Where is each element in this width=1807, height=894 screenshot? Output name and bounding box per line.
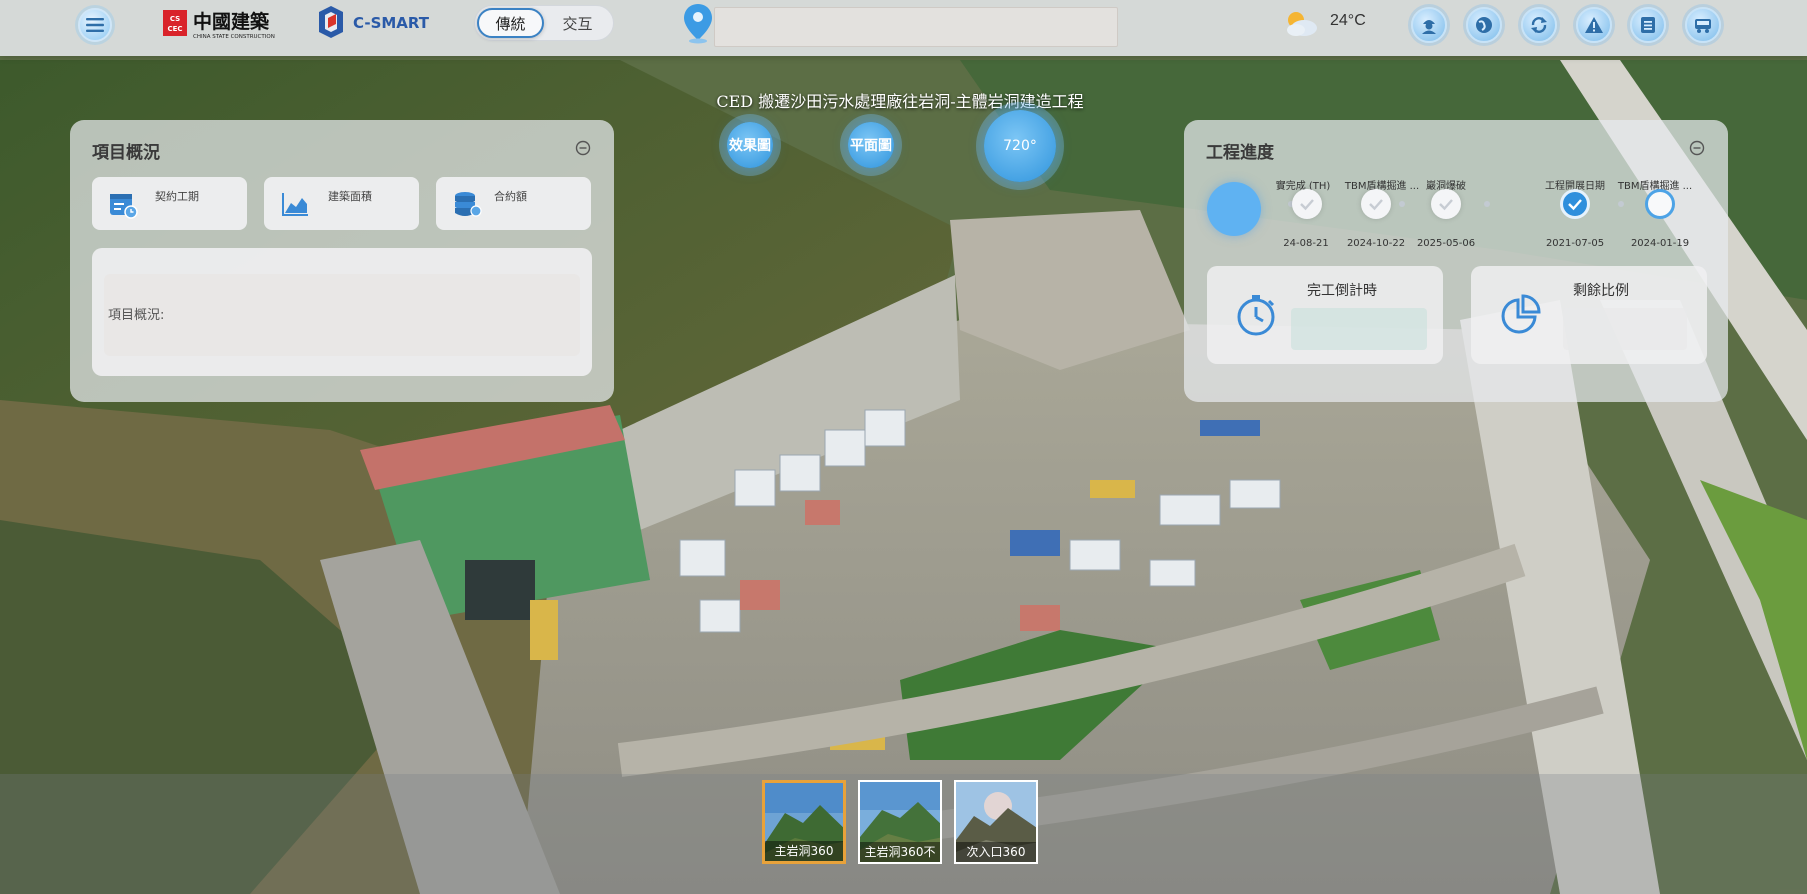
pie-chart-icon [1501,294,1541,334]
menu-button[interactable] [78,8,112,42]
coins-icon [455,192,482,217]
document-list-button[interactable] [1630,7,1666,43]
check-icon [1369,199,1383,211]
contract-period-card[interactable]: 契約工期 [92,177,247,230]
thumbnail-main-cavern-360[interactable]: 主岩洞360 [762,780,846,864]
milestone-node[interactable] [1361,189,1391,219]
svg-text:中國建築: 中國建築 [193,10,270,33]
remaining-ratio-label: 剩餘比例 [1573,283,1629,299]
project-overview-panel: 項目概況 契約工期 建築面積 合約額 項目概況: [70,120,614,402]
remaining-ratio-card: 剩餘比例 [1471,266,1707,364]
calendar-icon [110,194,138,219]
warning-button[interactable] [1576,7,1612,43]
milestone-node[interactable] [1292,189,1322,219]
remaining-ratio-value [1563,308,1687,350]
milestone-date: 2024-01-19 [1630,238,1690,249]
panorama-720-button[interactable]: 720° [984,110,1056,182]
thumbnail-caption: 主岩洞360 [765,841,843,861]
thumbnail-caption: 次入口360 [956,842,1036,862]
rendering-view-button[interactable]: 效果圖 [727,122,773,168]
stopwatch-icon [1237,295,1275,336]
timeline-connector-dot [1618,201,1624,207]
project-description-box: 項目概況: [92,248,592,376]
vehicle-button[interactable] [1685,7,1721,43]
completion-countdown-card: 完工倒計時 [1207,266,1443,364]
countdown-label: 完工倒計時 [1307,283,1377,299]
temperature-readout: 24°C [1330,12,1366,29]
globe-icon [1476,17,1492,33]
milestone-node-current[interactable] [1560,189,1590,219]
overview-panel-title: 項目概況 [92,143,160,163]
milestone-date: 2025-05-06 [1416,238,1476,249]
thumbnail-secondary-entrance-360[interactable]: 次入口360 [954,780,1038,864]
contract-period-label: 契約工期 [155,190,199,203]
vehicle-icon [1695,19,1711,33]
view-mode-toggle[interactable]: 傳統 交互 [474,5,614,41]
milestone-node-upcoming[interactable] [1645,189,1675,219]
thumbnail-main-cavern-360-alt[interactable]: 主岩洞360不 [858,780,942,864]
timeline-connector-dot [1484,201,1490,207]
top-bar: CS CEC 中國建築 CHINA STATE CONSTRUCTION C-S… [0,0,1807,56]
project-description-label: 項目概況: [108,308,165,323]
plan-view-button[interactable]: 平面圖 [848,122,894,168]
collapse-icon[interactable] [1689,140,1705,156]
milestone-date: 2024-10-22 [1346,238,1406,249]
mode-interactive-option[interactable]: 交互 [544,8,611,38]
building-area-label: 建築面積 [328,190,372,203]
partly-cloudy-icon [1287,12,1317,36]
building-area-card[interactable]: 建築面積 [264,177,419,230]
location-pin-icon[interactable] [682,2,714,44]
svg-text:C-SMART: C-SMART [353,14,430,32]
thumbnail-caption: 主岩洞360不 [860,842,940,862]
cscec-logo: CS CEC 中國建築 CHINA STATE CONSTRUCTION [163,8,293,40]
check-icon [1439,199,1453,211]
document-list-icon [1641,17,1655,33]
svg-text:CEC: CEC [167,25,182,33]
countdown-value [1291,308,1427,350]
milestone-date: 24-08-21 [1283,238,1329,249]
svg-text:CHINA STATE CONSTRUCTION: CHINA STATE CONSTRUCTION [193,34,275,40]
c-smart-logo: C-SMART [315,2,440,42]
mode-traditional-option[interactable]: 傳統 [477,8,545,38]
sync-icon [1531,17,1547,33]
warning-icon [1585,17,1603,33]
globe-button[interactable] [1466,7,1502,43]
description-content [104,274,580,356]
check-icon [1300,199,1314,211]
progress-panel-title: 工程進度 [1206,143,1274,163]
hamburger-menu-icon [86,18,104,32]
timeline-connector-dot [1399,201,1405,207]
timeline-scroll-handle[interactable] [1207,182,1261,236]
sync-button[interactable] [1521,7,1557,43]
contract-amount-label: 合約額 [494,190,527,203]
milestone-date: 2021-07-05 [1545,238,1605,249]
collapse-icon[interactable] [575,140,591,156]
check-icon [1568,199,1582,211]
project-progress-panel: 工程進度 實完成 (TH) 24-08-21 TBM盾構掘進 ... 2024-… [1184,120,1728,402]
worker-button[interactable] [1411,7,1447,43]
project-title: CED 搬遷沙田污水處理廠往岩洞-主體岩洞建造工程 [716,92,1084,111]
contract-amount-card[interactable]: 合約額 [436,177,591,230]
milestone-node[interactable] [1431,189,1461,219]
worker-icon [1422,20,1436,34]
address-search-input[interactable] [714,7,1118,47]
area-chart-icon [282,193,308,216]
svg-text:CS: CS [170,15,180,23]
